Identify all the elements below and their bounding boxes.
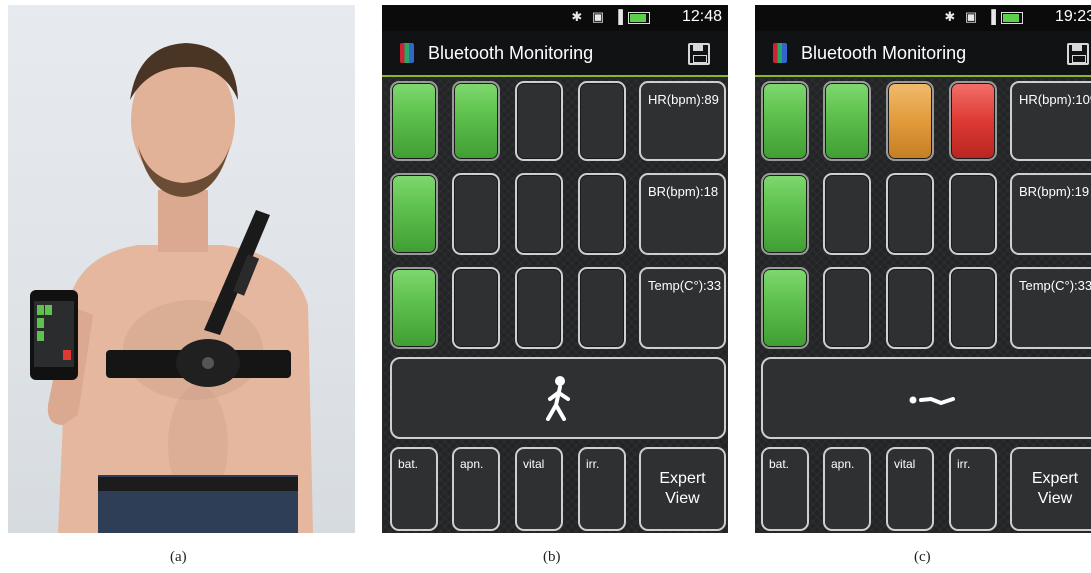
temperature-readout: Temp(C°):33 bbox=[1010, 267, 1091, 349]
status-tile-temperature-1 bbox=[390, 267, 438, 349]
irregular-button[interactable]: irr. bbox=[578, 447, 626, 531]
app-title-bar: Bluetooth Monitoring bbox=[382, 31, 728, 77]
status-tile-temperature-1 bbox=[761, 267, 809, 349]
app-title-bar: Bluetooth Monitoring bbox=[755, 31, 1091, 77]
phone-screen-lying: ✱ ▣ ▐ 19:23 Bluetooth Monitoring HR(bpm)… bbox=[755, 5, 1091, 533]
status-tile-breathing-2 bbox=[823, 173, 871, 255]
irregular-button[interactable]: irr. bbox=[949, 447, 997, 531]
battery-icon bbox=[1001, 11, 1023, 24]
status-icons: ✱ ▣ ▐ bbox=[571, 9, 650, 25]
status-tile-temperature-4 bbox=[949, 267, 997, 349]
heart-rate-readout: HR(bpm):109 bbox=[1010, 81, 1091, 161]
status-tile-breathing-3 bbox=[886, 173, 934, 255]
battery-button[interactable]: bat. bbox=[761, 447, 809, 531]
heart-rate-readout: HR(bpm):89 bbox=[639, 81, 726, 161]
phone-screen-walking: ✱ ▣ ▐ 12:48 Bluetooth Monitoring HR(bpm)… bbox=[382, 5, 728, 533]
status-tile-temperature-3 bbox=[515, 267, 563, 349]
app-title: Bluetooth Monitoring bbox=[428, 43, 594, 63]
vital-button[interactable]: vital bbox=[515, 447, 563, 531]
breathing-rate-readout: BR(bpm):18 bbox=[639, 173, 726, 255]
expert-view-label-1: Expert bbox=[659, 470, 706, 487]
person-illustration bbox=[30, 43, 313, 533]
temperature-readout: Temp(C°):33 bbox=[639, 267, 726, 349]
status-icons: ✱ ▣ ▐ bbox=[944, 9, 1023, 25]
activity-panel bbox=[390, 357, 726, 439]
status-bar: ✱ ▣ ▐ 12:48 bbox=[382, 5, 728, 31]
photo-user-with-chest-sensor bbox=[8, 5, 355, 533]
status-time: 19:23 bbox=[1054, 8, 1091, 25]
status-tile-breathing-1 bbox=[390, 173, 438, 255]
status-tile-heart-rate-2 bbox=[452, 81, 500, 161]
save-icon[interactable] bbox=[1067, 43, 1089, 65]
status-tile-heart-rate-3 bbox=[515, 81, 563, 161]
status-tile-breathing-1 bbox=[761, 173, 809, 255]
caption-c: (c) bbox=[914, 549, 931, 565]
status-time: 12:48 bbox=[681, 8, 722, 25]
expert-view-button[interactable]: Expert View bbox=[1010, 447, 1091, 531]
status-tile-breathing-4 bbox=[578, 173, 626, 255]
status-tile-temperature-2 bbox=[823, 267, 871, 349]
save-icon[interactable] bbox=[688, 43, 710, 65]
walking-person-icon bbox=[546, 376, 570, 421]
lying-person-icon bbox=[909, 396, 955, 406]
battery-icon bbox=[628, 11, 650, 24]
status-tile-heart-rate-1 bbox=[390, 81, 438, 161]
caption-b: (b) bbox=[543, 549, 561, 565]
breathing-rate-readout: BR(bpm):19 bbox=[1010, 173, 1091, 255]
battery-button[interactable]: bat. bbox=[390, 447, 438, 531]
status-tile-breathing-2 bbox=[452, 173, 500, 255]
status-tile-heart-rate-1 bbox=[761, 81, 809, 161]
status-tile-heart-rate-3 bbox=[886, 81, 934, 161]
apnea-button[interactable]: apn. bbox=[823, 447, 871, 531]
apnea-button[interactable]: apn. bbox=[452, 447, 500, 531]
status-tile-heart-rate-2 bbox=[823, 81, 871, 161]
app-title: Bluetooth Monitoring bbox=[801, 43, 967, 63]
activity-panel bbox=[761, 357, 1091, 439]
status-tile-temperature-2 bbox=[452, 267, 500, 349]
vital-button[interactable]: vital bbox=[886, 447, 934, 531]
expert-view-button[interactable]: Expert View bbox=[639, 447, 726, 531]
expert-view-label-2: View bbox=[1037, 490, 1073, 507]
app-icon bbox=[400, 43, 414, 63]
app-icon bbox=[773, 43, 787, 63]
status-tile-temperature-3 bbox=[886, 267, 934, 349]
status-bar: ✱ ▣ ▐ 19:23 bbox=[755, 5, 1091, 31]
caption-a: (a) bbox=[170, 549, 187, 565]
status-tile-breathing-4 bbox=[949, 173, 997, 255]
status-tile-heart-rate-4 bbox=[578, 81, 626, 161]
status-tile-temperature-4 bbox=[578, 267, 626, 349]
expert-view-label-2: View bbox=[665, 490, 700, 507]
status-tile-heart-rate-4 bbox=[949, 81, 997, 161]
expert-view-label-1: Expert bbox=[1031, 470, 1079, 487]
status-tile-breathing-3 bbox=[515, 173, 563, 255]
